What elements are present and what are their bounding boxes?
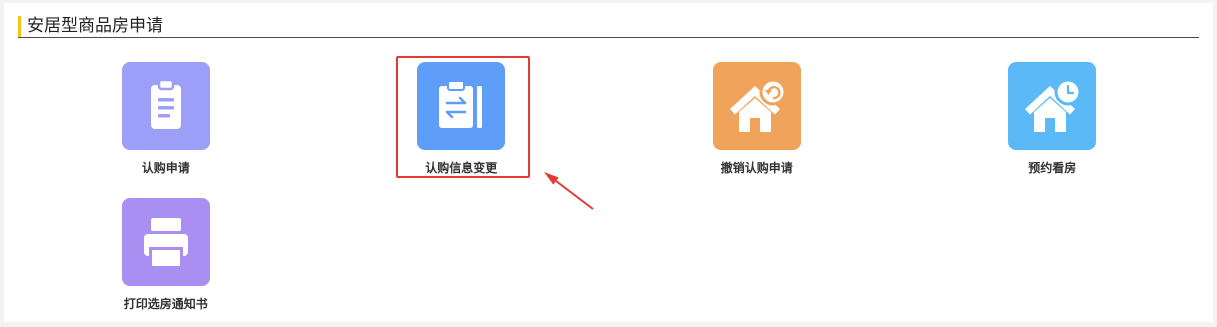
tile-label: 打印选房通知书 [123,297,208,311]
clipboard-swap-icon [439,80,483,128]
tile-label: 认购信息变更 [425,161,498,175]
tile-icon-box[interactable] [417,62,506,150]
tile-icon-box[interactable] [712,62,801,150]
tile-print-selection-notice[interactable]: 打印选房通知书 [18,192,314,322]
section-title: 安居型商品房申请 [27,16,163,36]
tile-purchase-info-change[interactable]: 认购信息变更 [314,56,610,192]
tile-label: 撤销认购申请 [720,161,793,175]
section-header: 安居型商品房申请 [18,14,1199,38]
section-accent-bar [18,16,21,37]
tile-icon-box[interactable] [121,62,210,150]
tile-cancel-purchase-application[interactable]: 撤销认购申请 [609,56,905,192]
clipboard-icon [150,78,181,129]
service-grid: 认购申请 认购信息变更 撤销认购申请 预约看房 打印选房通知书 [18,56,1200,322]
tile-label: 预约看房 [1028,161,1077,175]
house-undo-icon [729,78,787,132]
tile-purchase-application[interactable]: 认购申请 [18,56,314,192]
printer-icon [143,218,188,268]
house-clock-icon [1025,78,1082,132]
tile-label: 认购申请 [141,161,190,175]
tile-icon-box[interactable] [1008,62,1097,150]
tile-book-viewing[interactable]: 预约看房 [905,56,1201,192]
tile-icon-box[interactable] [121,198,210,286]
